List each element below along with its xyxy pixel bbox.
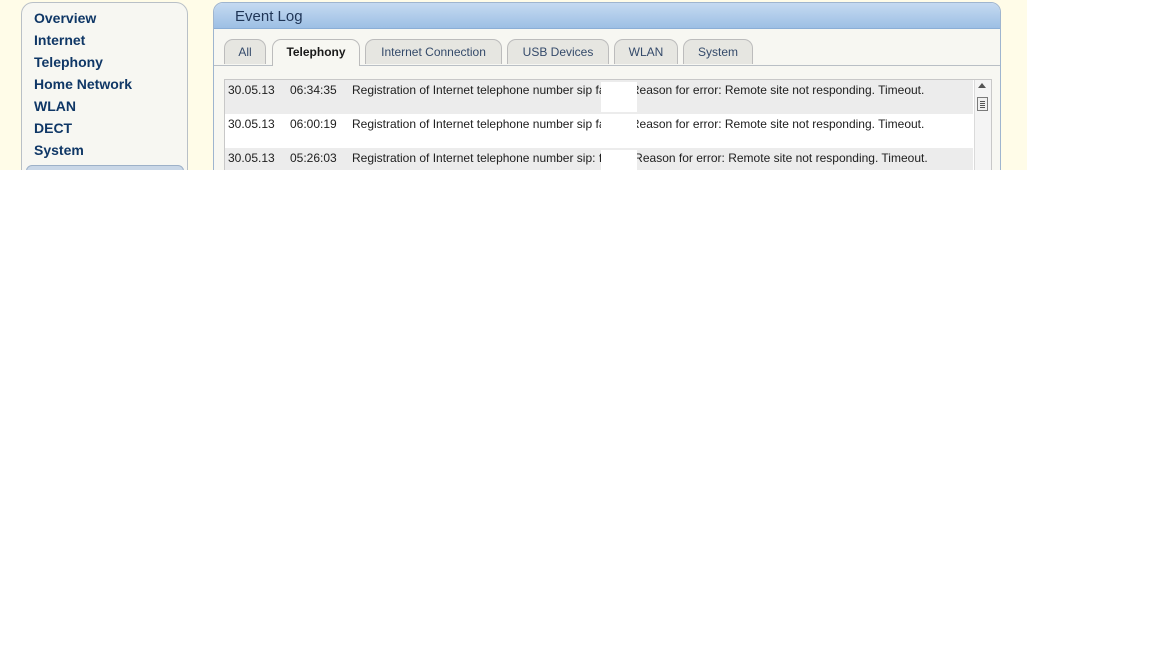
log-message-end: failed. Reason for error: Remote site no… — [598, 151, 928, 165]
tab-wlan[interactable]: WLAN — [614, 39, 678, 64]
page-title: Event Log — [235, 8, 303, 25]
sidebar-item-overview[interactable]: Overview — [34, 10, 96, 26]
tab-usb-devices[interactable]: USB Devices — [507, 39, 609, 64]
log-entry-row: 30.05.13 06:00:19 Registration of Intern… — [225, 114, 973, 148]
scroll-up-arrow-icon[interactable] — [978, 83, 986, 88]
viewport: Overview Internet Telephony Home Network… — [0, 0, 1027, 170]
log-message: Registration of Internet telephone numbe… — [352, 83, 952, 98]
log-date: 30.05.13 — [228, 117, 275, 131]
tab-bar: All Telephony Internet Connection USB De… — [214, 39, 1000, 66]
event-log-list[interactable]: 30.05.13 06:34:35 Registration of Intern… — [224, 79, 992, 170]
log-time: 06:00:19 — [290, 117, 337, 131]
redaction-box — [601, 82, 637, 112]
log-time: 05:26:03 — [290, 151, 337, 165]
redaction-box — [601, 150, 637, 170]
redaction-box — [601, 116, 637, 146]
sidebar-item-home-network[interactable]: Home Network — [34, 76, 132, 92]
sidebar-submenu-highlight[interactable] — [26, 165, 184, 170]
sidebar-item-telephony[interactable]: Telephony — [34, 54, 103, 70]
log-message: Registration of Internet telephone numbe… — [352, 117, 952, 132]
log-time: 06:34:35 — [290, 83, 337, 97]
panel-header: Event Log — [214, 3, 1000, 29]
log-message: Registration of Internet telephone numbe… — [352, 151, 952, 166]
log-message-end: failed. Reason for error: Remote site no… — [595, 117, 925, 131]
log-entry-row: 30.05.13 05:26:03 Registration of Intern… — [225, 148, 973, 170]
sidebar-item-dect[interactable]: DECT — [34, 120, 72, 136]
tab-system[interactable]: System — [683, 39, 753, 64]
log-message-start: Registration of Internet telephone numbe… — [352, 117, 593, 131]
log-entry-row: 30.05.13 06:34:35 Registration of Intern… — [225, 80, 973, 114]
log-message-start: Registration of Internet telephone numbe… — [352, 83, 593, 97]
log-date: 30.05.13 — [228, 83, 275, 97]
sidebar-item-internet[interactable]: Internet — [34, 32, 85, 48]
sidebar-nav: Overview Internet Telephony Home Network… — [21, 2, 188, 170]
tab-internet-connection[interactable]: Internet Connection — [365, 39, 502, 64]
log-message-end: failed. Reason for error: Remote site no… — [595, 83, 925, 97]
tab-telephony[interactable]: Telephony — [272, 39, 360, 66]
scroll-thumb-grip-icon[interactable] — [977, 97, 988, 111]
log-message-start: Registration of Internet telephone numbe… — [352, 151, 596, 165]
sidebar-item-wlan[interactable]: WLAN — [34, 98, 76, 114]
log-date: 30.05.13 — [228, 151, 275, 165]
log-scrollbar[interactable] — [974, 80, 991, 170]
sidebar-item-system[interactable]: System — [34, 142, 84, 158]
tab-all[interactable]: All — [224, 39, 266, 64]
event-log-panel: Event Log All Telephony Internet Connect… — [213, 2, 1001, 170]
